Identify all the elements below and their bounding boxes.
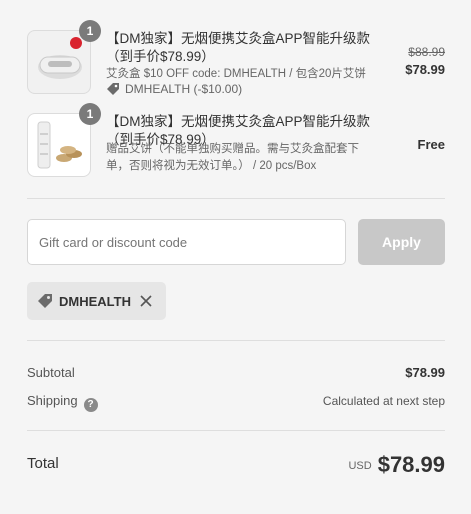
product-thumbnail [27, 30, 91, 94]
product-thumbnail [27, 113, 91, 177]
total-row: Total USD $78.99 [27, 452, 445, 485]
apply-button[interactable]: Apply [358, 219, 445, 265]
discount-code-input[interactable] [27, 219, 346, 265]
quantity-badge: 1 [79, 20, 101, 42]
product-title: 【DM独家】无烟便携艾灸盒APP智能升级款（到手价$78.99） [106, 31, 371, 64]
divider [27, 430, 445, 431]
item-price: $78.99 [405, 62, 445, 77]
item-price: Free [417, 137, 445, 152]
remove-discount-icon[interactable] [140, 295, 152, 307]
product-variant: 赠品艾饼（不能单独购买赠品。需与艾灸盒配套下单，否则将视为无效订单。） / 20… [106, 143, 359, 172]
divider [27, 340, 445, 341]
quantity-badge: 1 [79, 103, 101, 125]
tag-icon [38, 294, 52, 308]
currency-label: USD [348, 460, 372, 472]
applied-code-label: DMHEALTH [59, 293, 131, 309]
moxibustion-box-image [38, 37, 82, 79]
subtotal-value: $78.99 [405, 365, 445, 380]
line-item: 1 【DM独家】无烟便携艾灸盒APP智能升级款（到手价$78.99） 艾灸盒 $… [27, 20, 445, 100]
shipping-row: Shipping? Calculated at next step [27, 393, 445, 412]
item-discount: DMHEALTH (-$10.00) [106, 82, 242, 96]
moxa-cakes-image [37, 121, 82, 169]
shipping-value: Calculated at next step [322, 394, 445, 408]
total-label: Total [27, 455, 59, 472]
subtotal-label: Subtotal [27, 365, 75, 380]
item-discount-label: DMHEALTH (-$10.00) [125, 82, 243, 96]
help-icon[interactable]: ? [83, 398, 98, 412]
line-item: 1 【DM独家】无烟便携艾灸盒APP智能升级款（到手价$78.99） 赠品艾饼（… [27, 103, 445, 183]
divider [27, 198, 445, 199]
subtotal-row: Subtotal $78.99 [27, 365, 445, 380]
product-variant: 艾灸盒 $10 OFF code: DMHEALTH / 包含20片艾饼 [106, 68, 366, 80]
shipping-label: Shipping [27, 393, 78, 408]
original-price: $88.99 [408, 45, 445, 59]
total-amount: USD $78.99 [348, 452, 445, 478]
tag-icon [107, 83, 119, 95]
applied-discount-tag: DMHEALTH [27, 282, 166, 320]
total-value: $78.99 [377, 452, 445, 477]
